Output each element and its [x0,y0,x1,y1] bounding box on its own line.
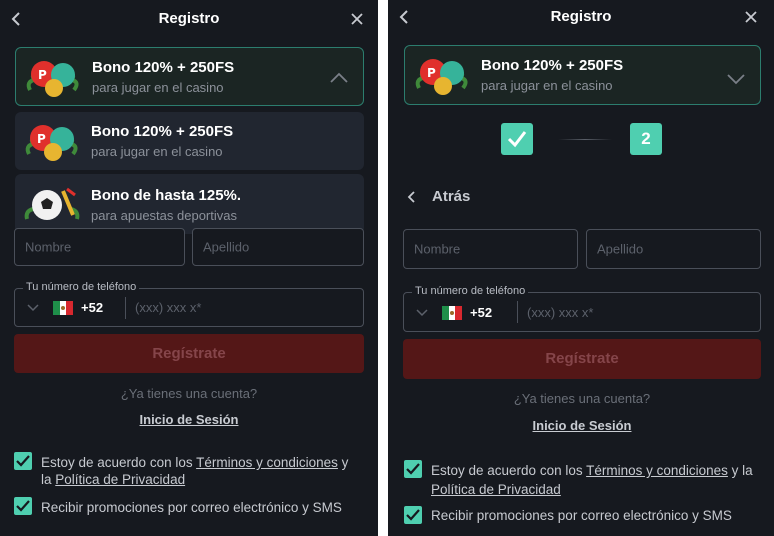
phone-placeholder: (xxx) xxx x* [135,300,202,315]
check-icon [406,509,420,521]
promos-checkbox[interactable] [14,497,32,515]
check-icon [507,131,527,148]
register-button[interactable]: Regístrate [14,334,364,373]
close-icon[interactable] [350,12,364,26]
register-button[interactable]: Regístrate [403,339,761,379]
phone-field[interactable]: Tu número de teléfono +52 (xxx) xxx x* [14,281,364,327]
country-code: +52 [470,305,493,320]
bonus-subtitle: para jugar en el casino [92,80,224,95]
bonus-option-casino[interactable]: P Bono 120% + 250FS para jugar en el cas… [15,112,364,170]
last-name-placeholder: Apellido [597,241,644,257]
bonus-selector[interactable]: P Bono 120% + 250FS para jugar en el cas… [404,45,761,105]
phone-placeholder: (xxx) xxx x* [527,305,594,320]
check-icon [16,455,30,467]
first-name-placeholder: Nombre [414,241,461,257]
chevron-down-icon[interactable] [726,73,746,85]
mexico-flag-icon [442,306,462,320]
first-name-input[interactable]: Nombre [403,229,578,269]
soccer-ball-icon [24,187,80,220]
have-account-text: ¿Ya tienes una cuenta? [120,386,258,401]
promos-text: Recibir promociones por correo electróni… [431,508,732,523]
step-connector [558,139,612,140]
last-name-input[interactable]: Apellido [192,228,364,266]
promos-text: Recibir promociones por correo electróni… [41,500,342,515]
phone-field[interactable]: Tu número de teléfono +52 (xxx) xxx x* [403,285,761,332]
country-code: +52 [81,300,104,315]
step-1-complete [501,123,533,155]
svg-text:P: P [37,132,46,146]
phone-label: Tu número de teléfono [23,281,140,293]
back-label: Atrás [432,188,471,205]
mexico-flag-icon [53,301,73,315]
bonus-selector[interactable]: P Bono 120% + 250FS para jugar en el cas… [15,47,364,106]
bonus-subtitle: para apuestas deportivas [91,208,237,223]
chevron-left-icon [407,191,415,203]
header: Registro [0,0,378,38]
terms-text: Estoy de acuerdo con los Términos y cond… [41,454,361,488]
chevron-down-icon[interactable] [27,304,39,312]
first-name-placeholder: Nombre [25,239,72,255]
phone-label: Tu número de teléfono [412,285,529,297]
last-name-input[interactable]: Apellido [586,229,761,269]
header-title: Registro [158,10,220,27]
svg-text:P: P [427,66,436,80]
header-title: Registro [550,8,612,25]
bonus-subtitle: para jugar en el casino [481,78,613,93]
promos-checkbox[interactable] [404,506,422,524]
casino-bonus-icon: P [415,59,468,95]
bonus-title: Bono 120% + 250FS [92,59,235,76]
have-account-text: ¿Ya tienes una cuenta? [513,391,651,406]
chevron-down-icon[interactable] [416,309,428,317]
terms-checkbox[interactable] [14,452,32,470]
bonus-subtitle: para jugar en el casino [91,144,223,159]
casino-bonus-icon: P [26,61,79,97]
check-icon [16,500,30,512]
chevron-up-icon[interactable] [329,72,349,84]
login-link[interactable]: Inicio de Sesión [14,412,364,427]
registration-panel-step-2: Registro P Bono 120% + 250FS para jugar … [388,0,774,536]
terms-link[interactable]: Términos y condiciones [586,463,728,478]
bonus-title: Bono 120% + 250FS [481,57,624,74]
casino-bonus-icon: P [25,125,78,161]
terms-link[interactable]: Términos y condiciones [196,455,338,470]
last-name-placeholder: Apellido [203,239,250,255]
privacy-link[interactable]: Política de Privacidad [431,482,561,497]
bonus-title: Bono de hasta 125%. [91,187,242,204]
check-icon [406,463,420,475]
registration-panel-dropdown-open: Registro P Bono 120% + 250FS para jugar … [0,0,378,536]
close-icon[interactable] [744,10,758,24]
step-2-indicator: 2 [630,123,662,155]
bonus-option-sports[interactable]: Bono de hasta 125%. para apuestas deport… [15,174,364,234]
phone-separator [125,297,126,319]
first-name-input[interactable]: Nombre [14,228,185,266]
svg-text:P: P [38,68,47,82]
bonus-title: Bono 120% + 250FS [91,123,234,140]
privacy-link[interactable]: Política de Privacidad [55,472,185,487]
terms-prefix: Estoy de acuerdo con los [41,455,197,470]
terms-text: Estoy de acuerdo con los Términos y cond… [431,461,761,499]
terms-prefix: Estoy de acuerdo con los [431,463,587,478]
header: Registro [388,0,774,38]
terms-mid: y la [727,463,753,478]
login-link[interactable]: Inicio de Sesión [403,418,761,433]
phone-separator [517,301,518,323]
back-button[interactable]: Atrás [406,188,526,208]
terms-checkbox[interactable] [404,460,422,478]
